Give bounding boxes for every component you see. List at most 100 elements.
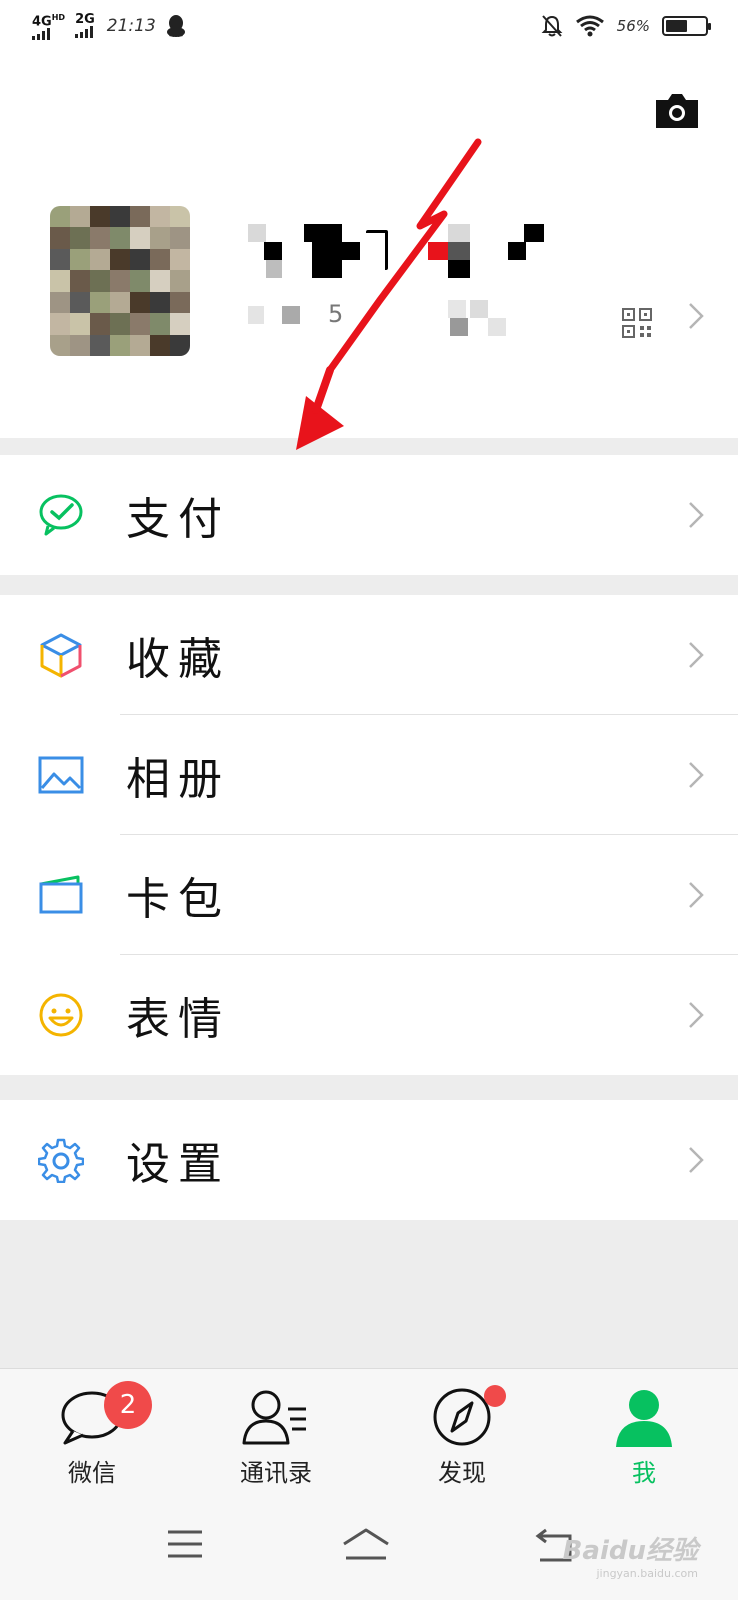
- avatar-pixel: [130, 206, 150, 228]
- camera-icon[interactable]: [654, 92, 700, 130]
- menu-group-pay: 支付: [0, 455, 738, 575]
- avatar-pixel: [110, 334, 130, 356]
- chevron-right-icon: [689, 762, 704, 788]
- home-icon[interactable]: [336, 1526, 396, 1566]
- menu-item-cards[interactable]: 卡包: [0, 835, 738, 955]
- avatar-pixel: [50, 313, 70, 335]
- avatar-pixel: [70, 248, 90, 271]
- avatar-pixel: [50, 334, 70, 356]
- avatar-pixel: [110, 270, 130, 292]
- avatar-pixel: [130, 248, 150, 271]
- avatar-pixel: [70, 291, 90, 314]
- avatar-pixel: [150, 291, 170, 314]
- avatar-pixel: [150, 227, 170, 249]
- avatar-pixel: [110, 313, 130, 335]
- avatar-pixel: [50, 248, 70, 271]
- person-icon: [616, 1390, 672, 1447]
- menu-label-stickers: 表情: [126, 994, 230, 1045]
- avatar-pixel: [70, 206, 90, 228]
- tab-contacts[interactable]: 通讯录: [216, 1387, 336, 1487]
- avatar-pixel: [90, 227, 110, 249]
- tab-label-discover: 发现: [438, 1459, 486, 1487]
- signal-4g: 4GHD: [32, 12, 65, 41]
- mute-bell-icon: [541, 15, 563, 37]
- avatar-pixel: [90, 206, 110, 228]
- chevron-right-icon: [689, 642, 704, 668]
- avatar-pixel: [170, 248, 190, 271]
- menu-label-cards: 卡包: [126, 874, 230, 925]
- wifi-icon: [575, 15, 604, 37]
- avatar-pixel: [170, 227, 190, 249]
- avatar-pixel: [150, 270, 170, 292]
- unread-badge: 2: [104, 1381, 152, 1429]
- avatar-pixel: [170, 206, 190, 228]
- avatar-pixel: [70, 270, 90, 292]
- tab-label-contacts: 通讯录: [240, 1459, 312, 1487]
- avatar-pixel: [90, 248, 110, 271]
- avatar-pixel: [130, 334, 150, 356]
- avatar-pixel: [90, 270, 110, 292]
- bottom-tab-bar: 2 微信 通讯录 发现 我: [0, 1368, 738, 1490]
- menu-item-album[interactable]: 相册: [0, 715, 738, 835]
- menu-item-stickers[interactable]: 表情: [0, 955, 738, 1075]
- avatar-pixel: [170, 334, 190, 356]
- battery-icon: [662, 16, 711, 36]
- tab-chats[interactable]: 2 微信: [32, 1381, 152, 1487]
- avatar-pixel: [130, 313, 150, 335]
- signal-2g: 2G: [75, 13, 95, 39]
- tab-label-chats: 微信: [68, 1459, 116, 1487]
- avatar-pixel: [110, 227, 130, 249]
- menu-group-settings: 设置: [0, 1100, 738, 1220]
- avatar-pixel: [110, 206, 130, 228]
- avatar-pixel: [70, 227, 90, 249]
- menu-label-album: 相册: [126, 754, 230, 805]
- avatar-pixel: [170, 270, 190, 292]
- menu-item-settings[interactable]: 设置: [0, 1100, 738, 1220]
- status-time: 21:13: [106, 16, 156, 37]
- system-nav-bar: Baidu经验 jingyan.baidu.com: [0, 1490, 738, 1600]
- menu-item-pay[interactable]: 支付: [0, 455, 738, 575]
- profile-header[interactable]: 5: [0, 56, 738, 438]
- avatar-pixel: [130, 227, 150, 249]
- qq-icon: [166, 15, 185, 38]
- contacts-icon: [242, 1390, 306, 1445]
- menu-icon[interactable]: [164, 1526, 224, 1566]
- tab-label-me: 我: [632, 1459, 656, 1487]
- status-bar: 4GHD 2G 21:13 56%: [0, 0, 738, 56]
- avatar[interactable]: [50, 206, 190, 356]
- chevron-right-icon: [689, 1147, 704, 1173]
- qr-code-icon[interactable]: [622, 308, 652, 338]
- picture-icon: [38, 756, 84, 794]
- chevron-right-icon: [689, 502, 704, 528]
- avatar-pixel: [150, 313, 170, 335]
- avatar-pixel: [50, 227, 70, 249]
- avatar-pixel: [70, 334, 90, 356]
- avatar-pixel: [110, 291, 130, 314]
- cube-icon: [40, 633, 82, 678]
- avatar-pixel: [90, 291, 110, 314]
- battery-text: 56%: [616, 17, 650, 35]
- avatar-pixel: [50, 291, 70, 314]
- avatar-pixel: [150, 248, 170, 271]
- avatar-pixel: [130, 291, 150, 314]
- watermark: Baidu经验 jingyan.baidu.com: [562, 1536, 698, 1580]
- menu-item-favorites[interactable]: 收藏: [0, 595, 738, 715]
- avatar-pixel: [170, 313, 190, 335]
- chevron-right-icon[interactable]: [688, 302, 704, 330]
- avatar-pixel: [50, 206, 70, 228]
- notification-dot: [484, 1385, 506, 1407]
- gear-icon: [38, 1138, 84, 1183]
- avatar-pixel: [150, 206, 170, 228]
- wallet-icon: [39, 875, 83, 914]
- tab-discover[interactable]: 发现: [402, 1385, 522, 1487]
- tab-me[interactable]: 我: [584, 1387, 704, 1487]
- wechat-pay-icon: [39, 494, 83, 536]
- menu-label-pay: 支付: [126, 494, 230, 545]
- menu-group-main: 收藏 相册 卡包 表情: [0, 595, 738, 1075]
- avatar-pixel: [90, 313, 110, 335]
- avatar-pixel: [110, 248, 130, 271]
- chevron-right-icon: [689, 882, 704, 908]
- avatar-pixel: [170, 291, 190, 314]
- avatar-pixel: [130, 270, 150, 292]
- avatar-pixel: [150, 334, 170, 356]
